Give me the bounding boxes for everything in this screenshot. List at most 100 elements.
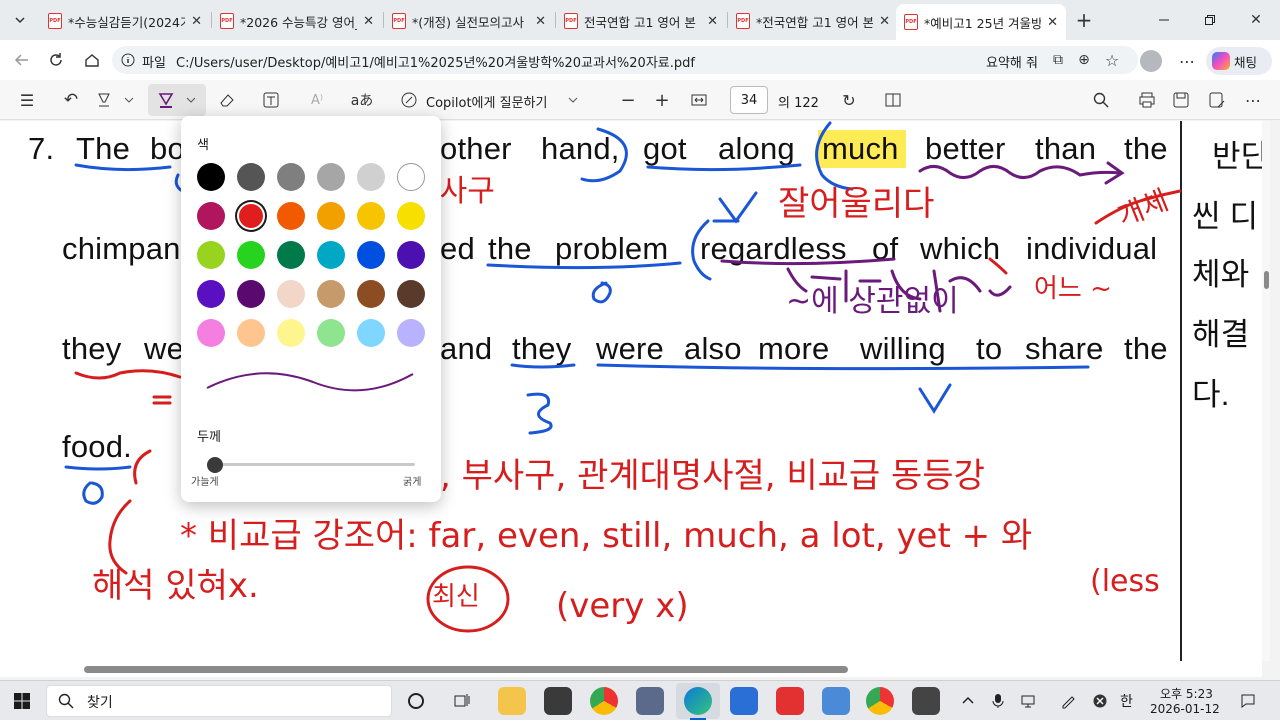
windows-start-icon[interactable]: [12, 691, 32, 711]
color-swatch[interactable]: [277, 241, 305, 269]
draw-dropdown-chevron-icon[interactable]: [184, 90, 198, 110]
zoom-in-icon[interactable]: +: [652, 90, 672, 111]
save-as-icon[interactable]: [1206, 90, 1228, 110]
color-swatch[interactable]: [239, 204, 263, 228]
page-number-input[interactable]: 34: [730, 86, 768, 114]
color-swatch[interactable]: [237, 319, 265, 347]
app-window-icon[interactable]: [730, 687, 758, 715]
thickness-slider-thumb[interactable]: [207, 457, 223, 473]
file-explorer-icon[interactable]: [498, 687, 526, 715]
tab-close-icon[interactable]: ✕: [707, 14, 718, 29]
highlight-icon[interactable]: [92, 90, 116, 110]
translate-icon[interactable]: aあ: [350, 90, 374, 110]
kakaotalk-icon[interactable]: [636, 687, 664, 715]
undo-icon[interactable]: ↶: [60, 90, 82, 110]
url-text[interactable]: C:/Users/user/Desktop/예비고1/예비고1%2025년%20…: [176, 52, 695, 71]
color-swatch[interactable]: [397, 202, 425, 230]
color-swatch[interactable]: [357, 241, 385, 269]
restore-icon[interactable]: [1198, 8, 1222, 32]
eraser-icon[interactable]: [216, 90, 238, 110]
tab-close-icon[interactable]: ✕: [879, 14, 890, 29]
pen-icon[interactable]: [1058, 691, 1078, 711]
clock-time[interactable]: 오후 5:23: [1160, 685, 1213, 702]
omnibox[interactable]: 파일 C:/Users/user/Desktop/예비고1/예비고1%2025년…: [112, 46, 1138, 74]
chrome-icon-2[interactable]: [866, 687, 894, 715]
color-swatch[interactable]: [317, 202, 345, 230]
refresh-icon[interactable]: [44, 48, 68, 72]
favorite-star-icon[interactable]: ☆: [1102, 50, 1122, 70]
color-swatch[interactable]: [397, 319, 425, 347]
color-swatch[interactable]: [197, 319, 225, 347]
thickness-slider-track[interactable]: [207, 463, 415, 466]
color-swatch[interactable]: [237, 241, 265, 269]
copilot-dropdown-chevron-icon[interactable]: [566, 90, 580, 110]
profile-avatar[interactable]: [1140, 50, 1162, 72]
info-icon[interactable]: [118, 50, 138, 70]
copilot-ask-label[interactable]: Copilot에게 질문하기: [426, 92, 547, 111]
tab-close-icon[interactable]: ✕: [1047, 15, 1058, 30]
tab-0[interactable]: *수능실감듣기(2024기 ✕: [40, 6, 210, 36]
search-icon[interactable]: [1090, 90, 1112, 110]
taskbar-search-box[interactable]: 찾기: [46, 685, 392, 717]
print-icon[interactable]: [1136, 90, 1158, 110]
color-swatch[interactable]: [277, 319, 305, 347]
volume-muted-icon[interactable]: [1090, 691, 1110, 711]
back-arrow-icon[interactable]: [10, 48, 34, 72]
highlight-dropdown-chevron-icon[interactable]: [122, 90, 136, 110]
color-swatch[interactable]: [357, 163, 385, 191]
save-icon[interactable]: [1170, 90, 1192, 110]
color-swatch[interactable]: [197, 202, 225, 230]
color-swatch[interactable]: [277, 202, 305, 230]
tab-4[interactable]: *전국연합 고1 영어 본 ✕: [728, 6, 898, 36]
tab-close-icon[interactable]: ✕: [363, 14, 374, 29]
color-swatch[interactable]: [397, 163, 425, 191]
color-swatch[interactable]: [357, 280, 385, 308]
color-swatch[interactable]: [237, 280, 265, 308]
color-swatch[interactable]: [277, 280, 305, 308]
chrome-icon[interactable]: [590, 687, 618, 715]
color-swatch[interactable]: [357, 319, 385, 347]
fit-width-icon[interactable]: [688, 90, 710, 110]
page-view-icon[interactable]: [882, 90, 904, 110]
new-tab-plus-icon[interactable]: +: [1072, 8, 1096, 32]
color-swatch[interactable]: [317, 241, 345, 269]
notification-icon[interactable]: [1238, 691, 1258, 711]
minimize-icon[interactable]: [1152, 8, 1176, 32]
color-swatch[interactable]: [197, 241, 225, 269]
color-swatch[interactable]: [317, 280, 345, 308]
horizontal-scrollbar[interactable]: [0, 661, 1262, 677]
tab-1[interactable]: *2026 수능특강 영어_ ✕: [212, 6, 382, 36]
color-swatch[interactable]: [237, 163, 265, 191]
draw-pen-icon[interactable]: [154, 90, 178, 110]
wps-office-icon[interactable]: [776, 687, 804, 715]
tab-2[interactable]: *(개정) 실전모의고사 ✕: [384, 6, 554, 36]
copilot-icon[interactable]: [398, 90, 420, 110]
store-icon[interactable]: [822, 687, 850, 715]
color-swatch[interactable]: [397, 280, 425, 308]
tab-5-active[interactable]: *예비고1 25년 겨울방 ✕: [896, 4, 1066, 40]
clock-date[interactable]: 2026-01-12: [1150, 702, 1220, 716]
microphone-icon[interactable]: [988, 691, 1008, 711]
ime-indicator[interactable]: 한: [1120, 691, 1133, 711]
cortana-circle-icon[interactable]: [404, 689, 428, 713]
tab-close-icon[interactable]: ✕: [535, 14, 546, 29]
edge-icon[interactable]: [684, 687, 712, 715]
tab-actions-chevron-icon[interactable]: [8, 8, 32, 32]
network-icon[interactable]: [1018, 691, 1038, 711]
color-swatch[interactable]: [357, 202, 385, 230]
zoom-icon[interactable]: ⊕: [1074, 50, 1094, 70]
text-box-icon[interactable]: [260, 90, 282, 110]
color-swatch[interactable]: [277, 163, 305, 191]
tab-3[interactable]: 전국연합 고1 영어 본 ✕: [556, 6, 726, 36]
zoom-out-icon[interactable]: −: [618, 90, 638, 111]
home-icon[interactable]: [80, 48, 104, 72]
copilot-chat-button[interactable]: 채팅: [1206, 47, 1272, 75]
rotate-icon[interactable]: ↻: [838, 90, 860, 110]
more-options-icon[interactable]: ⋯: [1242, 90, 1264, 110]
summarize-label[interactable]: 요약해 줘: [986, 52, 1038, 71]
tab-close-icon[interactable]: ✕: [191, 14, 202, 29]
color-swatch[interactable]: [317, 163, 345, 191]
contents-list-icon[interactable]: ☰: [16, 90, 38, 110]
color-swatch[interactable]: [317, 319, 345, 347]
close-window-icon[interactable]: ✕: [1244, 8, 1268, 32]
